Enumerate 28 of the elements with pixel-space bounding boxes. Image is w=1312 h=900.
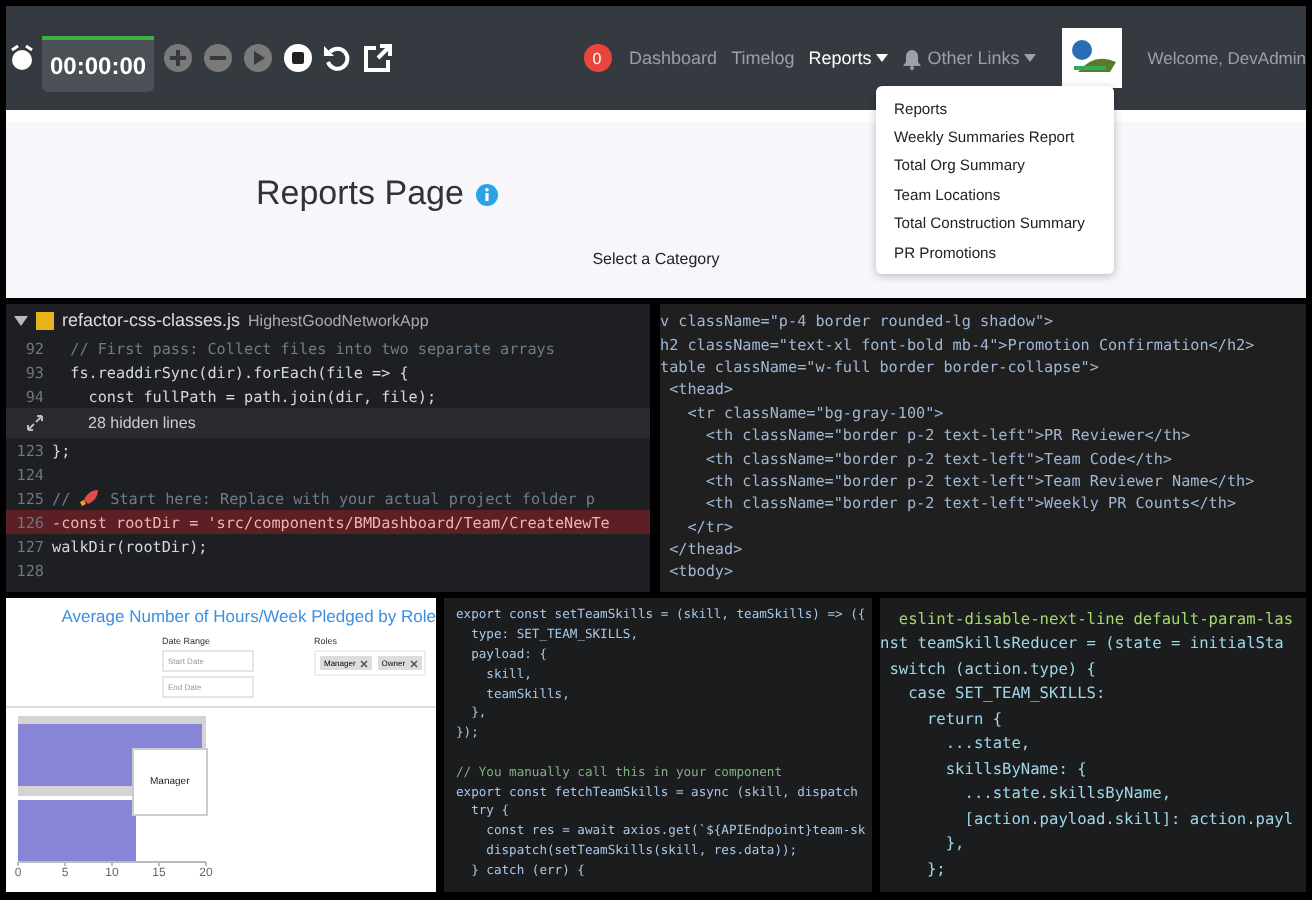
external-link-icon[interactable] — [362, 42, 395, 74]
chevron-icon[interactable] — [14, 315, 28, 325]
close-icon[interactable] — [409, 659, 418, 667]
category-prompt: Select a Category — [592, 250, 720, 268]
caret-icon — [875, 54, 888, 62]
undo-icon[interactable] — [322, 42, 355, 74]
welcome-text: Welcome, DevAdmin — [1147, 48, 1306, 68]
rocket-icon — [80, 488, 101, 508]
file-name[interactable]: refactor-css-classes.js — [62, 310, 241, 330]
caret-icon — [1023, 54, 1036, 62]
info-icon[interactable] — [475, 183, 498, 205]
nav-link[interactable]: Other Links — [927, 48, 1036, 68]
chart-title: Average Number of Hours/Week Pledged by Role — [59, 604, 436, 626]
file-icon — [36, 311, 54, 329]
nav-link[interactable]: Timelog — [731, 48, 795, 68]
nav-link[interactable]: Reports — [808, 48, 888, 68]
project-name: HighestGoodNetworkApp — [248, 311, 429, 329]
timer-display: 00:00:00 — [42, 36, 155, 92]
close-icon[interactable] — [359, 659, 368, 667]
alarm-clock-icon — [10, 44, 34, 72]
notification-badge[interactable]: 0 — [583, 44, 612, 72]
hidden-lines-toggle[interactable]: 28 hidden lines — [88, 414, 196, 432]
expand-icon[interactable] — [26, 414, 44, 432]
stop-icon[interactable] — [282, 42, 315, 74]
logo-icon[interactable] — [1061, 28, 1122, 88]
bell-icon[interactable] — [901, 47, 922, 69]
page-title: Reports Page — [256, 174, 464, 214]
nav-link[interactable]: Dashboard — [629, 48, 718, 68]
